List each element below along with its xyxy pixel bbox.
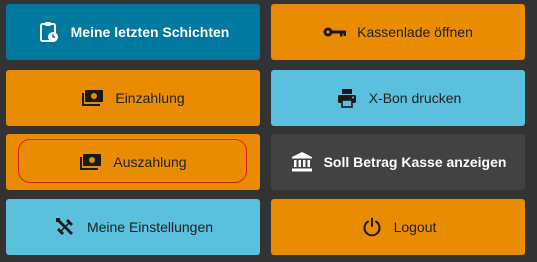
money-bill-icon (81, 86, 105, 110)
action-button-grid: Meine letzten Schichten Kassenlade öffne… (0, 0, 537, 262)
show-target-cash-button[interactable]: Soll Betrag Kasse anzeigen (271, 134, 525, 190)
open-cash-drawer-button[interactable]: Kassenlade öffnen (271, 4, 525, 60)
deposit-label: Einzahlung (115, 90, 185, 106)
my-settings-button[interactable]: Meine Einstellungen (6, 199, 260, 255)
money-bill-icon (79, 150, 103, 174)
logout-button[interactable]: Logout (271, 199, 525, 255)
deposit-button[interactable]: Einzahlung (6, 70, 260, 126)
printer-icon (335, 86, 359, 110)
key-icon (323, 20, 347, 44)
open-cash-drawer-label: Kassenlade öffnen (357, 24, 473, 40)
print-x-receipt-button[interactable]: X-Bon drucken (271, 70, 525, 126)
tools-icon (53, 215, 77, 239)
withdrawal-button[interactable]: Auszahlung (6, 134, 260, 190)
power-icon (360, 215, 384, 239)
bank-icon (290, 150, 314, 174)
withdrawal-label: Auszahlung (113, 154, 187, 170)
show-target-cash-label: Soll Betrag Kasse anzeigen (323, 154, 507, 170)
clipboard-clock-icon (37, 20, 61, 44)
logout-label: Logout (393, 219, 437, 235)
print-x-receipt-label: X-Bon drucken (368, 90, 462, 106)
my-last-shifts-label: Meine letzten Schichten (70, 24, 230, 40)
my-last-shifts-button[interactable]: Meine letzten Schichten (6, 4, 260, 60)
my-settings-label: Meine Einstellungen (86, 219, 214, 235)
